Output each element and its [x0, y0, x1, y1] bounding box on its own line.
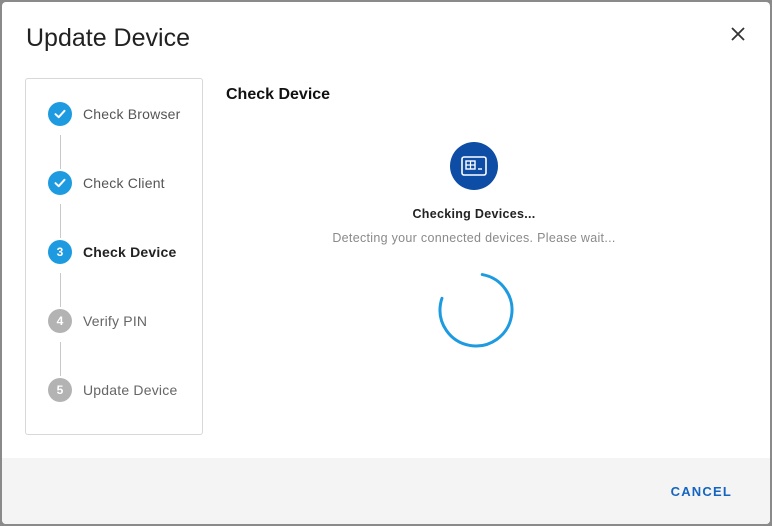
step-connector — [60, 342, 61, 376]
update-device-dialog: Update Device Check Browser Check Client… — [2, 2, 770, 524]
device-icon-badge — [450, 142, 498, 190]
cancel-button[interactable]: CANCEL — [671, 484, 732, 499]
close-icon — [731, 27, 745, 41]
step-update-device: 5 Update Device — [48, 378, 177, 402]
step-complete-marker — [48, 102, 72, 126]
step-label: Update Device — [83, 382, 178, 398]
step-complete-marker — [48, 171, 72, 195]
step-check-client: Check Client — [48, 171, 165, 195]
dialog-title: Update Device — [26, 24, 190, 52]
status-title: Checking Devices... — [412, 207, 536, 221]
step-label: Verify PIN — [83, 313, 148, 329]
step-number: 5 — [48, 378, 72, 402]
close-button[interactable] — [726, 22, 750, 46]
step-connector — [60, 204, 61, 238]
step-check-browser: Check Browser — [48, 102, 181, 126]
step-connector — [60, 135, 61, 169]
loading-spinner — [438, 272, 514, 348]
step-connector — [60, 273, 61, 307]
device-card-icon — [461, 156, 487, 176]
step-verify-pin: 4 Verify PIN — [48, 309, 147, 333]
check-icon — [54, 109, 66, 119]
step-check-device: 3 Check Device — [48, 240, 176, 264]
step-label: Check Browser — [83, 106, 181, 122]
status-message: Detecting your connected devices. Please… — [332, 231, 616, 245]
check-icon — [54, 178, 66, 188]
step-label: Check Device — [83, 244, 177, 260]
section-title: Check Device — [226, 86, 331, 103]
dialog-footer: CANCEL — [2, 458, 770, 524]
stepper: Check Browser Check Client 3 Check Devic… — [25, 78, 203, 435]
step-label: Check Client — [83, 175, 165, 191]
step-number: 4 — [48, 309, 72, 333]
step-number: 3 — [48, 240, 72, 264]
